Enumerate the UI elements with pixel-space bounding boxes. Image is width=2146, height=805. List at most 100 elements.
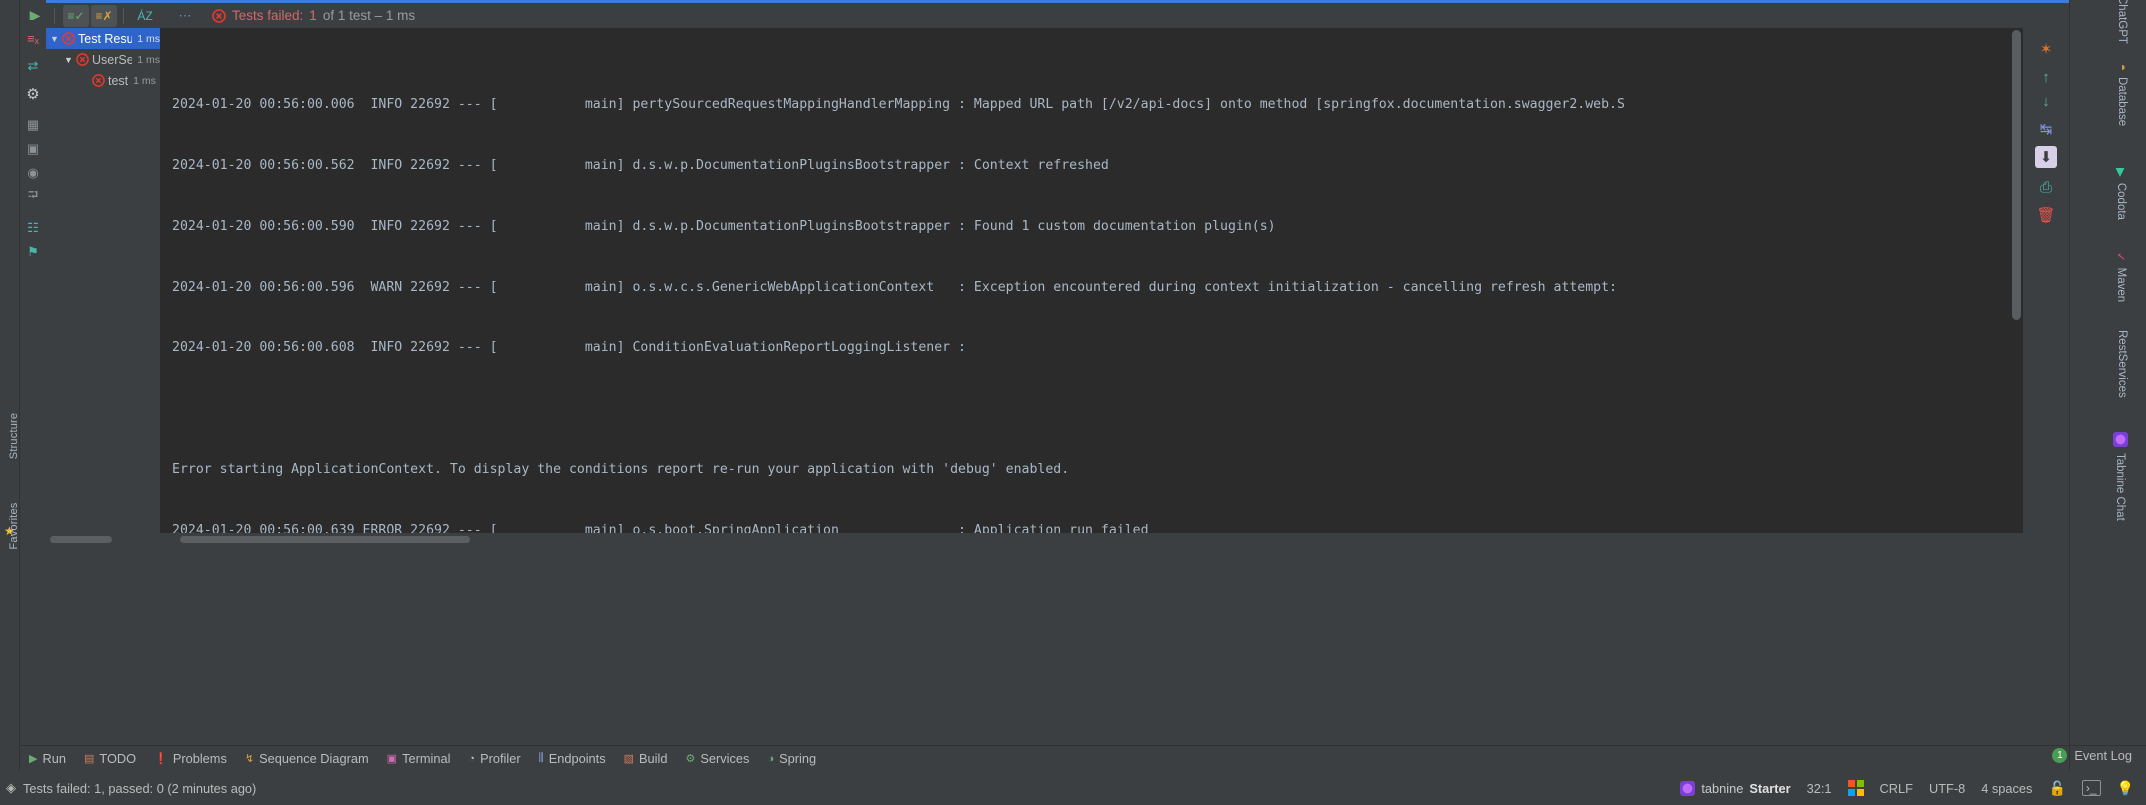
grid-icon[interactable]: ☷ bbox=[23, 218, 43, 238]
tabnine-icon bbox=[2113, 432, 2128, 447]
rerun-failed-tests-icon[interactable]: ✶ bbox=[2035, 38, 2057, 60]
bottom-tab-terminal[interactable]: ▣ Terminal bbox=[378, 746, 460, 772]
toolbar-separator-2 bbox=[123, 7, 124, 24]
soft-wrap-icon[interactable]: ↹ bbox=[2035, 118, 2057, 140]
bottom-tab-run[interactable]: ▶ Run bbox=[20, 746, 75, 772]
tool-window-label: Codota bbox=[2115, 182, 2127, 220]
indent-label: 4 spaces bbox=[1981, 780, 2033, 796]
console-line: 2024-01-20 00:56:00.596 WARN 22692 --- [… bbox=[172, 279, 1617, 295]
intellij-idea-window: Structure Favorites ★ ▶ ≡✓ ≡✗ ÁZ ⋯ Test… bbox=[0, 0, 2146, 805]
bottom-tab-label: Profiler bbox=[480, 751, 521, 766]
tool-window-label: Database bbox=[2116, 76, 2128, 127]
tree-node-duration: 1 ms bbox=[137, 32, 160, 45]
tabnine-status[interactable]: tabnine Starter bbox=[1680, 780, 1791, 796]
indent-selector[interactable]: 4 spaces bbox=[1981, 781, 2032, 796]
lock-icon[interactable]: 🔓 bbox=[2048, 780, 2065, 797]
tool-window-chatgpt[interactable]: ChatGPT bbox=[2116, 0, 2128, 44]
bottom-tab-services[interactable]: ⚙ Services bbox=[676, 746, 758, 772]
win-logo bbox=[1847, 780, 1864, 796]
scroll-to-end-icon[interactable]: ⬇ bbox=[2035, 146, 2057, 168]
chevron-down-icon[interactable]: ▼ bbox=[48, 34, 61, 44]
console-line: Error starting ApplicationContext. To di… bbox=[172, 462, 1070, 478]
status-message: Tests failed: 1, passed: 0 (2 minutes ag… bbox=[23, 780, 257, 796]
line-separator-selector[interactable]: CRLF bbox=[1880, 781, 1913, 796]
bottom-tab-label: Services bbox=[700, 751, 750, 766]
console-action-toolbar: ✶ ↑ ↓ ↹ ⬇ ⎙ 🗑 bbox=[2023, 28, 2069, 533]
bottom-tab-profiler[interactable]: ◔ Profiler bbox=[459, 746, 529, 772]
bottom-tab-todo[interactable]: ▤ TODO bbox=[75, 746, 145, 772]
test-results-tree[interactable]: ▼ Test Resu 1 ms ▼ UserSe 1 ms test 1 ms bbox=[46, 28, 160, 533]
status-bar: ◈ Tests failed: 1, passed: 0 (2 minutes … bbox=[0, 771, 2146, 805]
bottom-tab-label: Sequence Diagram bbox=[259, 751, 369, 766]
encoding-selector[interactable]: UTF-8 bbox=[1929, 781, 1965, 796]
console-line: 2024-01-20 00:56:00.639 ERROR 22692 --- … bbox=[172, 523, 1149, 533]
bottom-tab-label: Spring bbox=[779, 751, 817, 766]
hide-passed-tests-icon[interactable]: ≡✗ bbox=[91, 4, 117, 27]
tree-node-duration: 1 ms bbox=[133, 74, 156, 87]
line-separator-label: CRLF bbox=[1879, 780, 1913, 796]
tree-horizontal-scrollbar[interactable] bbox=[50, 536, 155, 543]
bottom-tab-label: TODO bbox=[99, 751, 137, 766]
terminal-icon[interactable]: ›_ bbox=[2081, 780, 2101, 796]
sidebar-item-structure[interactable]: Structure bbox=[8, 396, 20, 476]
eye-icon[interactable]: ◉ bbox=[23, 163, 43, 183]
sort-alphabetically-icon[interactable]: ÁZ bbox=[132, 5, 158, 27]
bottom-tab-spring[interactable]: ◑ Spring bbox=[758, 746, 825, 772]
tree-node-label: Test Resu bbox=[78, 31, 133, 46]
filter-tests-icon[interactable]: ≡ₓ bbox=[23, 28, 43, 48]
tabnine-icon bbox=[1680, 780, 1696, 796]
tool-window-tabnine-chat[interactable]: Tabnine Chat bbox=[2113, 432, 2128, 521]
profiler-icon: ◔ bbox=[468, 752, 476, 765]
tool-window-restservices[interactable]: RestServices bbox=[2116, 330, 2128, 398]
bottom-tab-label: Build bbox=[639, 751, 668, 766]
tool-window-maven[interactable]: ✓ Maven bbox=[2114, 252, 2128, 302]
console-output[interactable]: 2024-01-20 00:56:00.006 INFO 22692 --- [… bbox=[160, 28, 2023, 533]
next-occurrence-icon[interactable]: ↓ bbox=[2035, 90, 2057, 112]
test-failed-icon bbox=[91, 74, 105, 88]
previous-occurrence-icon[interactable]: ↑ bbox=[2035, 66, 2057, 88]
run-icon: ▶ bbox=[29, 753, 38, 765]
caret-position[interactable]: 32:1 bbox=[1807, 781, 1832, 796]
problems-icon: ❗ bbox=[154, 753, 168, 765]
bottom-tab-problems[interactable]: ❗ Problems bbox=[145, 746, 236, 772]
bottom-tab-sequence-diagram[interactable]: ↯ Sequence Diagram bbox=[236, 746, 378, 772]
services-icon: ⚙ bbox=[685, 753, 696, 765]
tree-node-user-service[interactable]: ▼ UserSe 1 ms bbox=[46, 49, 160, 70]
export-icon[interactable]: ⮒ bbox=[23, 187, 43, 207]
tool-window-codota[interactable]: ▶ Codota bbox=[2114, 168, 2128, 220]
bottom-tab-build[interactable]: ▧ Build bbox=[615, 746, 677, 772]
console-horizontal-scrollbar[interactable] bbox=[180, 536, 1830, 543]
swap-icon[interactable]: ⇄ bbox=[23, 56, 43, 76]
console-vertical-scrollbar[interactable] bbox=[2012, 30, 2021, 320]
tree-node-test-case[interactable]: test 1 ms bbox=[46, 70, 160, 91]
right-tool-rail: ChatGPT ◓ Database ▶ Codota ✓ Maven Rest… bbox=[2069, 0, 2146, 805]
caret-position-label: 32:1 bbox=[1806, 780, 1832, 796]
favorites-star-icon[interactable]: ★ bbox=[4, 524, 15, 538]
build-icon: ▧ bbox=[623, 753, 635, 765]
windows-logo-icon[interactable] bbox=[1847, 780, 1864, 796]
tree-node-label: UserSe bbox=[92, 52, 133, 67]
camera-icon[interactable]: ▣ bbox=[23, 139, 43, 159]
tool-window-label: ChatGPT bbox=[2116, 0, 2128, 44]
chevron-down-icon[interactable]: ▼ bbox=[62, 55, 75, 65]
tabnine-name: tabnine bbox=[1701, 780, 1744, 796]
print-icon[interactable]: ⎙ bbox=[2035, 176, 2057, 198]
layout-icon[interactable]: ▦ bbox=[23, 115, 43, 135]
endpoints-icon: ⫼ bbox=[538, 752, 544, 764]
tree-node-test-results[interactable]: ▼ Test Resu 1 ms bbox=[46, 28, 160, 49]
clear-all-icon[interactable]: 🗑 bbox=[2035, 204, 2057, 226]
bottom-tab-label: Problems bbox=[172, 751, 227, 766]
bottom-tool-window-tabs: ▶ Run ▤ TODO ❗ Problems ↯ Sequence Diagr… bbox=[20, 745, 2146, 771]
more-options-icon[interactable]: ⋯ bbox=[172, 5, 198, 27]
inspection-icon[interactable]: 💡 bbox=[2117, 780, 2134, 797]
spring-icon: ◑ bbox=[767, 752, 775, 765]
show-passed-tests-icon[interactable]: ≡✓ bbox=[63, 4, 89, 27]
pin-icon[interactable]: ⚑ bbox=[23, 242, 43, 262]
bottom-tab-label: Run bbox=[42, 751, 66, 766]
sequence-diagram-icon: ↯ bbox=[244, 753, 255, 765]
tool-window-database[interactable]: ◓ Database bbox=[2116, 64, 2128, 126]
bottom-tab-endpoints[interactable]: ⫼ Endpoints bbox=[530, 746, 615, 772]
bottom-tab-label: Terminal bbox=[402, 751, 451, 766]
settings-gear-icon[interactable]: ⚙ bbox=[23, 84, 43, 104]
test-status-summary: Tests failed: 1 of 1 test – 1 ms bbox=[212, 8, 415, 23]
